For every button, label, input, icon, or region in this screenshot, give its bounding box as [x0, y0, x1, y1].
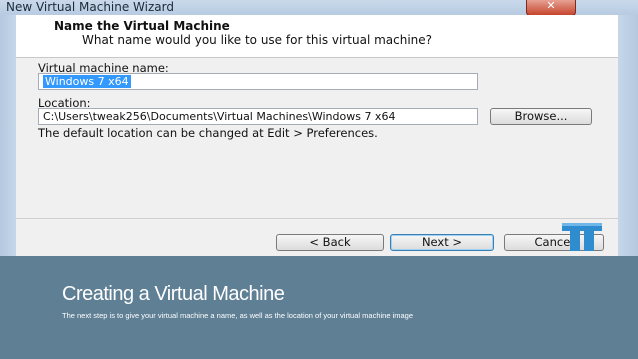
- location-value: C:\Users\tweak256\Documents\Virtual Mach…: [43, 110, 396, 123]
- window-frame-left: [0, 15, 16, 256]
- wizard-header: Name the Virtual Machine What name would…: [16, 15, 618, 58]
- window-title: New Virtual Machine Wizard: [6, 0, 174, 14]
- header-title: Name the Virtual Machine: [54, 19, 230, 33]
- vm-name-value: Windows 7 x64: [43, 75, 131, 88]
- close-icon: ✕: [546, 0, 556, 12]
- location-input[interactable]: C:\Users\tweak256\Documents\Virtual Mach…: [38, 108, 478, 125]
- slide-caption-band: Creating a Virtual Machine The next step…: [0, 256, 638, 359]
- vm-name-input[interactable]: Windows 7 x64: [38, 73, 478, 90]
- footer-separator: [16, 218, 618, 219]
- wizard-screenshot: New Virtual Machine Wizard ✕ Name the Vi…: [0, 0, 638, 256]
- close-button[interactable]: ✕: [526, 0, 576, 16]
- tweaktown-logo-icon: [562, 223, 602, 251]
- back-button[interactable]: < Back: [276, 234, 384, 251]
- slide-title: Creating a Virtual Machine: [62, 283, 285, 305]
- next-button[interactable]: Next >: [390, 234, 494, 251]
- browse-button[interactable]: Browse...: [490, 108, 592, 125]
- window-titlebar: New Virtual Machine Wizard ✕: [0, 0, 638, 16]
- slide-subtitle: The next step is to give your virtual ma…: [62, 311, 414, 320]
- header-subtitle: What name would you like to use for this…: [82, 33, 433, 47]
- location-hint: The default location can be changed at E…: [38, 126, 378, 140]
- wizard-content: Virtual machine name: Windows 7 x64 Loca…: [16, 58, 618, 256]
- window-frame-right: [618, 15, 638, 256]
